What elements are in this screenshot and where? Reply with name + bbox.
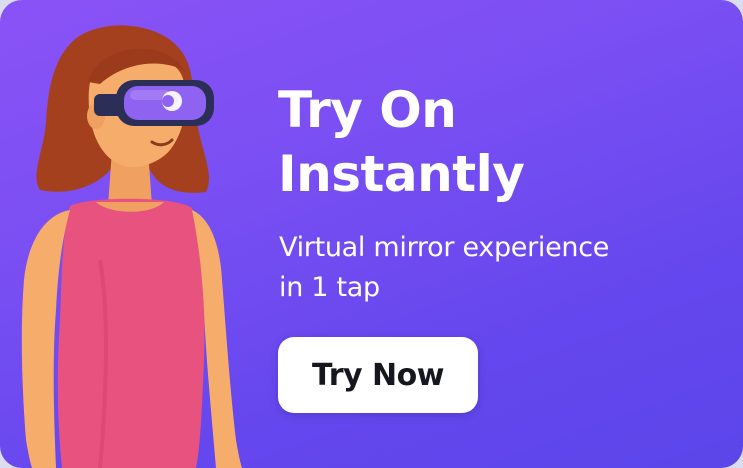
subheadline-line-2: in 1 tap [279, 272, 380, 303]
headline-line-2: Instantly [278, 145, 525, 203]
headline: Try On Instantly [278, 78, 718, 206]
try-now-button[interactable]: Try Now [278, 337, 478, 413]
subheadline: Virtual mirror experience in 1 tap [279, 228, 719, 308]
headline-line-1: Try On [278, 81, 457, 139]
dress-shape [57, 198, 205, 468]
subheadline-line-1: Virtual mirror experience [279, 232, 610, 263]
promo-banner[interactable]: Try On Instantly Virtual mirror experien… [0, 0, 743, 468]
woman-vr-headset-illustration [21, 25, 242, 468]
